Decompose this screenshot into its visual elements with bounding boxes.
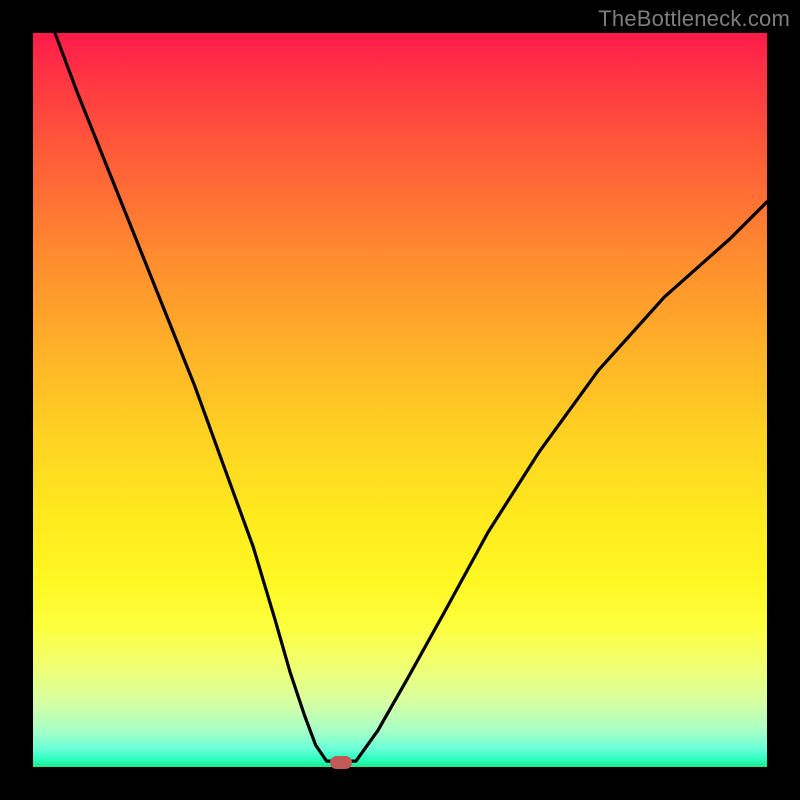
chart-frame: TheBottleneck.com	[0, 0, 800, 800]
optimum-marker	[330, 756, 352, 769]
curve-path	[55, 33, 767, 761]
bottleneck-curve	[33, 33, 767, 767]
plot-area	[33, 33, 767, 767]
watermark-text: TheBottleneck.com	[598, 6, 790, 32]
